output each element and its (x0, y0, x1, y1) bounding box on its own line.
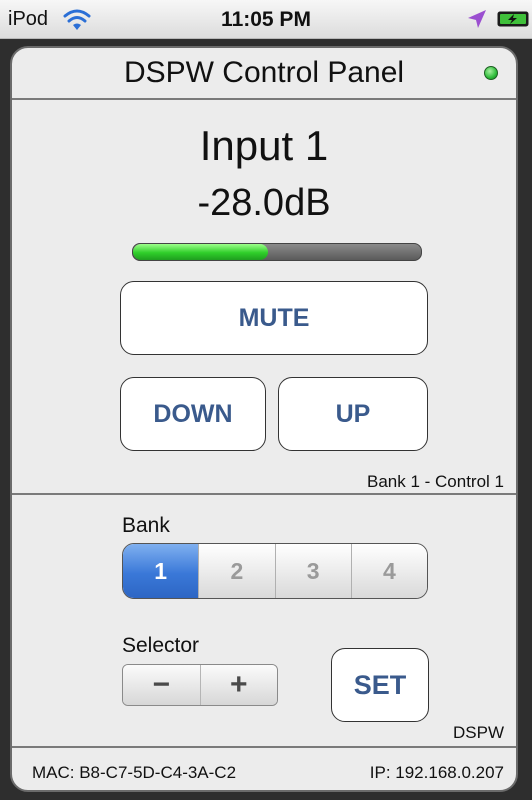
level-readout: -28.0dB (197, 182, 331, 224)
selector-decrement-button[interactable]: − (123, 665, 200, 705)
set-button[interactable]: SET (331, 648, 429, 722)
battery-charging-icon (497, 11, 529, 27)
volume-up-button[interactable]: UP (278, 377, 428, 451)
mac-address: MAC: B8-C7-5D-C4-3A-C2 (32, 763, 237, 782)
location-arrow-icon (468, 10, 486, 28)
selector-stepper: − + (122, 664, 278, 706)
mute-button[interactable]: MUTE (120, 281, 428, 355)
divider (12, 493, 516, 495)
selector-label: Selector (122, 634, 200, 657)
brand-label: DSPW (453, 723, 504, 742)
level-meter (132, 243, 422, 261)
input-name: Input 1 (199, 122, 329, 169)
status-led (484, 66, 498, 80)
bank-segment-1[interactable]: 1 (123, 544, 199, 598)
divider (12, 746, 516, 748)
bank-segment-4[interactable]: 4 (350, 544, 427, 598)
level-meter-fill (133, 244, 269, 260)
divider (12, 98, 516, 100)
bank-segmented-control: 1 2 3 4 (122, 543, 428, 599)
bank-segment-2[interactable]: 2 (198, 544, 275, 598)
selector-increment-button[interactable]: + (199, 665, 277, 705)
page-title: DSPW Control Panel (123, 56, 405, 89)
wifi-icon (63, 9, 91, 30)
bank-segment-3[interactable]: 3 (274, 544, 351, 598)
bank-control-label: Bank 1 - Control 1 (366, 472, 504, 491)
carrier-label: iPod (8, 8, 49, 30)
status-bar: iPod 11:05 PM (0, 0, 532, 39)
volume-down-button[interactable]: DOWN (120, 377, 266, 451)
bank-label: Bank (122, 514, 170, 537)
ip-address: IP: 192.168.0.207 (369, 763, 504, 782)
control-panel: DSPW Control Panel Input 1 -28.0dB MUTE … (10, 46, 518, 792)
